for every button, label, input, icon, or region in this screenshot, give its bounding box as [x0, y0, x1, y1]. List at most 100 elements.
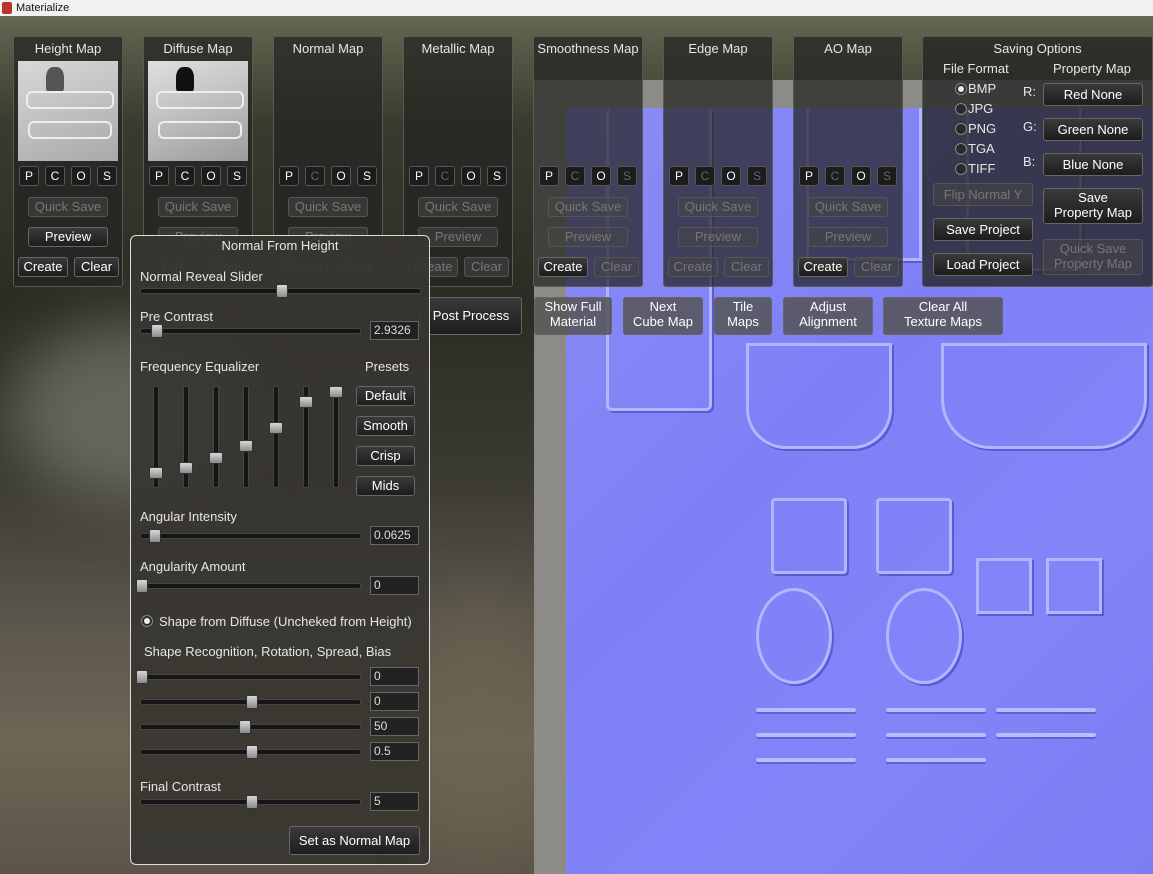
smoothness-map-quick-save-button[interactable]: Quick Save	[548, 197, 628, 217]
adjust-alignment-button[interactable]: Adjust Alignment	[783, 297, 873, 335]
metallic-map-save-button[interactable]: S	[487, 166, 507, 186]
smoothness-map-clear-button[interactable]: Clear	[594, 257, 639, 277]
equalizer-band-slider[interactable]	[239, 386, 253, 488]
preset-smooth-button[interactable]: Smooth	[356, 416, 415, 436]
slider-thumb[interactable]	[136, 579, 148, 593]
height-map-clear-button[interactable]: Clear	[74, 257, 119, 277]
ao-map-clear-button[interactable]: Clear	[854, 257, 899, 277]
metallic-map-clear-button[interactable]: Clear	[464, 257, 509, 277]
normal-reveal-slider[interactable]	[140, 284, 421, 298]
edge-map-paste-button[interactable]: P	[669, 166, 689, 186]
normal-map-save-button[interactable]: S	[357, 166, 377, 186]
edge-map-quick-save-button[interactable]: Quick Save	[678, 197, 758, 217]
diffuse-map-paste-button[interactable]: P	[149, 166, 169, 186]
height-map-open-button[interactable]: O	[71, 166, 91, 186]
edge-map-clear-button[interactable]: Clear	[724, 257, 769, 277]
slider-thumb[interactable]	[329, 386, 343, 398]
normal-map-quick-save-button[interactable]: Quick Save	[288, 197, 368, 217]
normal-map-copy-button[interactable]: C	[305, 166, 325, 186]
slider-thumb[interactable]	[239, 440, 253, 452]
slider-thumb[interactable]	[245, 795, 258, 809]
shape-spread-input[interactable]: 50	[370, 717, 419, 736]
metallic-map-open-button[interactable]: O	[461, 166, 481, 186]
pre-contrast-input[interactable]: 2.9326	[370, 321, 419, 340]
slider-thumb[interactable]	[179, 462, 193, 474]
metallic-map-preview-button[interactable]: Preview	[418, 227, 498, 247]
slider-thumb[interactable]	[299, 396, 313, 408]
height-map-copy-button[interactable]: C	[45, 166, 65, 186]
height-map-quick-save-button[interactable]: Quick Save	[28, 197, 108, 217]
equalizer-band-slider[interactable]	[149, 386, 163, 488]
height-map-paste-button[interactable]: P	[19, 166, 39, 186]
slider-thumb[interactable]	[149, 529, 162, 543]
show-full-material-button[interactable]: Show Full Material	[534, 297, 612, 335]
edge-map-create-button[interactable]: Create	[668, 257, 718, 277]
slider-thumb[interactable]	[209, 452, 223, 464]
ao-map-create-button[interactable]: Create	[798, 257, 848, 277]
red-channel-button[interactable]: Red None	[1043, 83, 1143, 106]
ao-map-save-button[interactable]: S	[877, 166, 897, 186]
diffuse-map-copy-button[interactable]: C	[175, 166, 195, 186]
diffuse-map-open-button[interactable]: O	[201, 166, 221, 186]
ao-map-quick-save-button[interactable]: Quick Save	[808, 197, 888, 217]
format-jpg-radio[interactable]	[955, 103, 967, 115]
shape-rotation-input[interactable]: 0	[370, 692, 419, 711]
green-channel-button[interactable]: Green None	[1043, 118, 1143, 141]
set-as-normal-map-button[interactable]: Set as Normal Map	[289, 826, 420, 855]
edge-map-preview-button[interactable]: Preview	[678, 227, 758, 247]
equalizer-band-slider[interactable]	[329, 386, 343, 488]
tile-maps-button[interactable]: Tile Maps	[714, 297, 772, 335]
smoothness-map-open-button[interactable]: O	[591, 166, 611, 186]
metallic-map-paste-button[interactable]: P	[409, 166, 429, 186]
blue-channel-button[interactable]: Blue None	[1043, 153, 1143, 176]
normal-map-open-button[interactable]: O	[331, 166, 351, 186]
preset-crisp-button[interactable]: Crisp	[356, 446, 415, 466]
format-png-radio[interactable]	[955, 123, 967, 135]
slider-thumb[interactable]	[149, 467, 163, 479]
pre-contrast-slider[interactable]	[140, 324, 361, 338]
format-tiff-radio[interactable]	[955, 163, 967, 175]
diffuse-map-quick-save-button[interactable]: Quick Save	[158, 197, 238, 217]
shape-bias-slider[interactable]	[140, 745, 361, 759]
flip-normal-y-button[interactable]: Flip Normal Y	[933, 183, 1033, 206]
ao-map-preview-button[interactable]: Preview	[808, 227, 888, 247]
equalizer-band-slider[interactable]	[209, 386, 223, 488]
shape-recognition-input[interactable]: 0	[370, 667, 419, 686]
save-property-map-button[interactable]: Save Property Map	[1043, 188, 1143, 224]
height-map-save-button[interactable]: S	[97, 166, 117, 186]
final-contrast-slider[interactable]	[140, 795, 361, 809]
equalizer-band-slider[interactable]	[269, 386, 283, 488]
slider-thumb[interactable]	[275, 284, 288, 298]
edge-map-save-button[interactable]: S	[747, 166, 767, 186]
ao-map-paste-button[interactable]: P	[799, 166, 819, 186]
shape-rotation-slider[interactable]	[140, 695, 361, 709]
next-cube-map-button[interactable]: Next Cube Map	[623, 297, 703, 335]
angularity-amount-slider[interactable]	[136, 579, 361, 593]
diffuse-map-save-button[interactable]: S	[227, 166, 247, 186]
load-project-button[interactable]: Load Project	[933, 253, 1033, 276]
clear-all-texture-maps-button[interactable]: Clear All Texture Maps	[883, 297, 1003, 335]
slider-thumb[interactable]	[238, 720, 251, 734]
slider-thumb[interactable]	[245, 695, 258, 709]
height-map-preview-button[interactable]: Preview	[28, 227, 108, 247]
format-bmp-radio[interactable]	[955, 83, 967, 95]
smoothness-map-create-button[interactable]: Create	[538, 257, 588, 277]
smoothness-map-paste-button[interactable]: P	[539, 166, 559, 186]
smoothness-map-save-button[interactable]: S	[617, 166, 637, 186]
edge-map-open-button[interactable]: O	[721, 166, 741, 186]
metallic-map-quick-save-button[interactable]: Quick Save	[418, 197, 498, 217]
format-tga-radio[interactable]	[955, 143, 967, 155]
shape-bias-input[interactable]: 0.5	[370, 742, 419, 761]
shape-from-diffuse-checkbox[interactable]	[141, 615, 153, 627]
preset-mids-button[interactable]: Mids	[356, 476, 415, 496]
slider-thumb[interactable]	[136, 670, 148, 684]
edge-map-copy-button[interactable]: C	[695, 166, 715, 186]
angularity-amount-input[interactable]: 0	[370, 576, 419, 595]
height-map-create-button[interactable]: Create	[18, 257, 68, 277]
slider-thumb[interactable]	[245, 745, 258, 759]
normal-map-paste-button[interactable]: P	[279, 166, 299, 186]
slider-thumb[interactable]	[269, 422, 283, 434]
ao-map-copy-button[interactable]: C	[825, 166, 845, 186]
angular-intensity-input[interactable]: 0.0625	[370, 526, 419, 545]
metallic-map-copy-button[interactable]: C	[435, 166, 455, 186]
